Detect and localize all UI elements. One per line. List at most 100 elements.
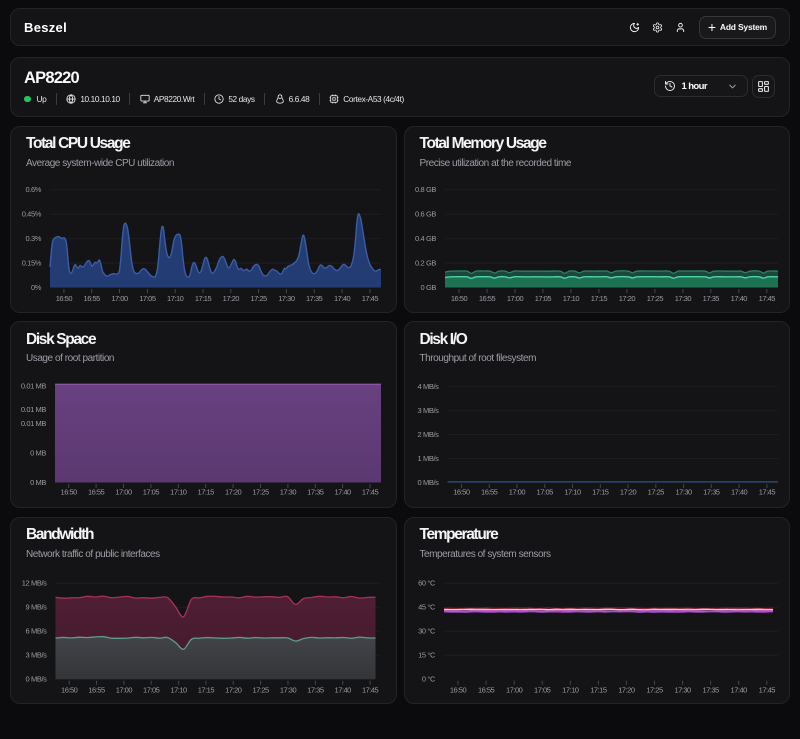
svg-text:17:15: 17:15 xyxy=(198,685,215,694)
svg-text:0.6 GB: 0.6 GB xyxy=(415,209,436,218)
svg-text:16:50: 16:50 xyxy=(450,293,467,302)
svg-text:16:55: 16:55 xyxy=(481,488,498,497)
svg-text:17:05: 17:05 xyxy=(139,293,156,302)
svg-text:17:45: 17:45 xyxy=(758,685,775,694)
svg-text:17:25: 17:25 xyxy=(646,685,663,694)
svg-text:17:05: 17:05 xyxy=(534,685,551,694)
svg-text:3 MB/s: 3 MB/s xyxy=(26,651,48,660)
svg-text:0.01 MB: 0.01 MB xyxy=(21,405,47,414)
svg-text:17:00: 17:00 xyxy=(508,488,525,497)
svg-text:1 MB/s: 1 MB/s xyxy=(417,454,439,463)
svg-text:17:30: 17:30 xyxy=(674,293,691,302)
svg-text:0.8 GB: 0.8 GB xyxy=(415,185,436,194)
svg-text:17:25: 17:25 xyxy=(647,488,664,497)
svg-text:17:40: 17:40 xyxy=(730,293,747,302)
svg-text:16:50: 16:50 xyxy=(61,685,78,694)
svg-text:6 MB/s: 6 MB/s xyxy=(26,627,48,636)
svg-text:17:45: 17:45 xyxy=(362,685,379,694)
svg-text:16:50: 16:50 xyxy=(61,487,78,496)
svg-text:0.15%: 0.15% xyxy=(22,258,42,267)
svg-text:17:20: 17:20 xyxy=(225,685,242,694)
svg-text:16:50: 16:50 xyxy=(453,488,470,497)
svg-text:17:35: 17:35 xyxy=(703,488,720,497)
svg-text:17:45: 17:45 xyxy=(362,487,379,496)
svg-text:0 MB: 0 MB xyxy=(30,478,46,487)
svg-text:0.4 GB: 0.4 GB xyxy=(415,234,436,243)
svg-text:16:55: 16:55 xyxy=(84,293,101,302)
svg-text:17:10: 17:10 xyxy=(167,293,184,302)
svg-text:17:45: 17:45 xyxy=(362,293,379,302)
svg-text:17:20: 17:20 xyxy=(619,488,636,497)
svg-text:17:30: 17:30 xyxy=(278,293,295,302)
svg-text:16:50: 16:50 xyxy=(449,685,466,694)
svg-text:16:55: 16:55 xyxy=(88,685,105,694)
svg-text:17:05: 17:05 xyxy=(536,488,553,497)
svg-text:0.6%: 0.6% xyxy=(26,185,42,194)
svg-text:17:35: 17:35 xyxy=(702,685,719,694)
svg-text:17:15: 17:15 xyxy=(590,685,607,694)
svg-text:17:45: 17:45 xyxy=(758,488,775,497)
svg-text:3 MB/s: 3 MB/s xyxy=(417,406,439,415)
svg-text:0%: 0% xyxy=(31,283,42,292)
svg-text:17:40: 17:40 xyxy=(335,685,352,694)
svg-text:17:25: 17:25 xyxy=(252,685,269,694)
svg-text:0.45%: 0.45% xyxy=(22,209,42,218)
svg-text:17:40: 17:40 xyxy=(730,488,747,497)
svg-text:17:15: 17:15 xyxy=(590,293,607,302)
svg-text:17:10: 17:10 xyxy=(564,488,581,497)
svg-text:17:10: 17:10 xyxy=(562,293,579,302)
svg-text:0.3%: 0.3% xyxy=(26,234,42,243)
svg-text:17:05: 17:05 xyxy=(143,487,160,496)
svg-text:17:20: 17:20 xyxy=(618,293,635,302)
svg-text:4 MB/s: 4 MB/s xyxy=(417,382,439,391)
svg-text:2 MB/s: 2 MB/s xyxy=(417,430,439,439)
svg-text:0 MB/s: 0 MB/s xyxy=(26,675,48,684)
svg-text:17:40: 17:40 xyxy=(730,685,747,694)
svg-text:15 °C: 15 °C xyxy=(418,651,436,660)
svg-text:17:20: 17:20 xyxy=(223,293,240,302)
svg-text:16:55: 16:55 xyxy=(477,685,494,694)
svg-text:17:00: 17:00 xyxy=(115,487,132,496)
svg-text:17:35: 17:35 xyxy=(307,685,324,694)
svg-text:0.01 MB: 0.01 MB xyxy=(21,419,47,428)
svg-text:17:10: 17:10 xyxy=(170,487,187,496)
svg-text:17:05: 17:05 xyxy=(534,293,551,302)
svg-text:17:15: 17:15 xyxy=(195,293,212,302)
svg-text:17:35: 17:35 xyxy=(306,293,323,302)
svg-text:17:20: 17:20 xyxy=(225,487,242,496)
svg-text:17:15: 17:15 xyxy=(592,488,609,497)
svg-text:17:20: 17:20 xyxy=(618,685,635,694)
svg-text:16:55: 16:55 xyxy=(478,293,495,302)
svg-text:17:35: 17:35 xyxy=(307,487,324,496)
svg-text:0 MB/s: 0 MB/s xyxy=(417,478,439,487)
svg-text:45 °C: 45 °C xyxy=(418,603,436,612)
svg-text:17:30: 17:30 xyxy=(280,487,297,496)
svg-text:0.01 MB: 0.01 MB xyxy=(21,381,47,390)
svg-text:17:40: 17:40 xyxy=(334,487,351,496)
svg-text:0 °C: 0 °C xyxy=(421,675,435,684)
svg-text:17:15: 17:15 xyxy=(198,487,215,496)
svg-text:0.2 GB: 0.2 GB xyxy=(415,258,436,267)
svg-text:17:25: 17:25 xyxy=(646,293,663,302)
svg-text:16:50: 16:50 xyxy=(56,293,73,302)
svg-text:0 MB: 0 MB xyxy=(30,448,46,457)
svg-text:17:00: 17:00 xyxy=(506,293,523,302)
svg-text:17:30: 17:30 xyxy=(675,488,692,497)
svg-text:17:40: 17:40 xyxy=(334,293,351,302)
svg-text:17:45: 17:45 xyxy=(758,293,775,302)
svg-text:17:30: 17:30 xyxy=(674,685,691,694)
svg-text:0 GB: 0 GB xyxy=(420,283,436,292)
svg-text:60 °C: 60 °C xyxy=(418,579,436,588)
svg-text:17:35: 17:35 xyxy=(702,293,719,302)
svg-text:17:10: 17:10 xyxy=(170,685,187,694)
svg-text:17:00: 17:00 xyxy=(111,293,128,302)
svg-text:16:55: 16:55 xyxy=(88,487,105,496)
svg-text:17:30: 17:30 xyxy=(280,685,297,694)
svg-text:17:00: 17:00 xyxy=(506,685,523,694)
svg-text:9 MB/s: 9 MB/s xyxy=(26,603,48,612)
svg-text:17:00: 17:00 xyxy=(116,685,133,694)
svg-text:17:25: 17:25 xyxy=(252,487,269,496)
svg-text:30 °C: 30 °C xyxy=(418,627,436,636)
svg-text:17:05: 17:05 xyxy=(143,685,160,694)
svg-text:17:10: 17:10 xyxy=(562,685,579,694)
